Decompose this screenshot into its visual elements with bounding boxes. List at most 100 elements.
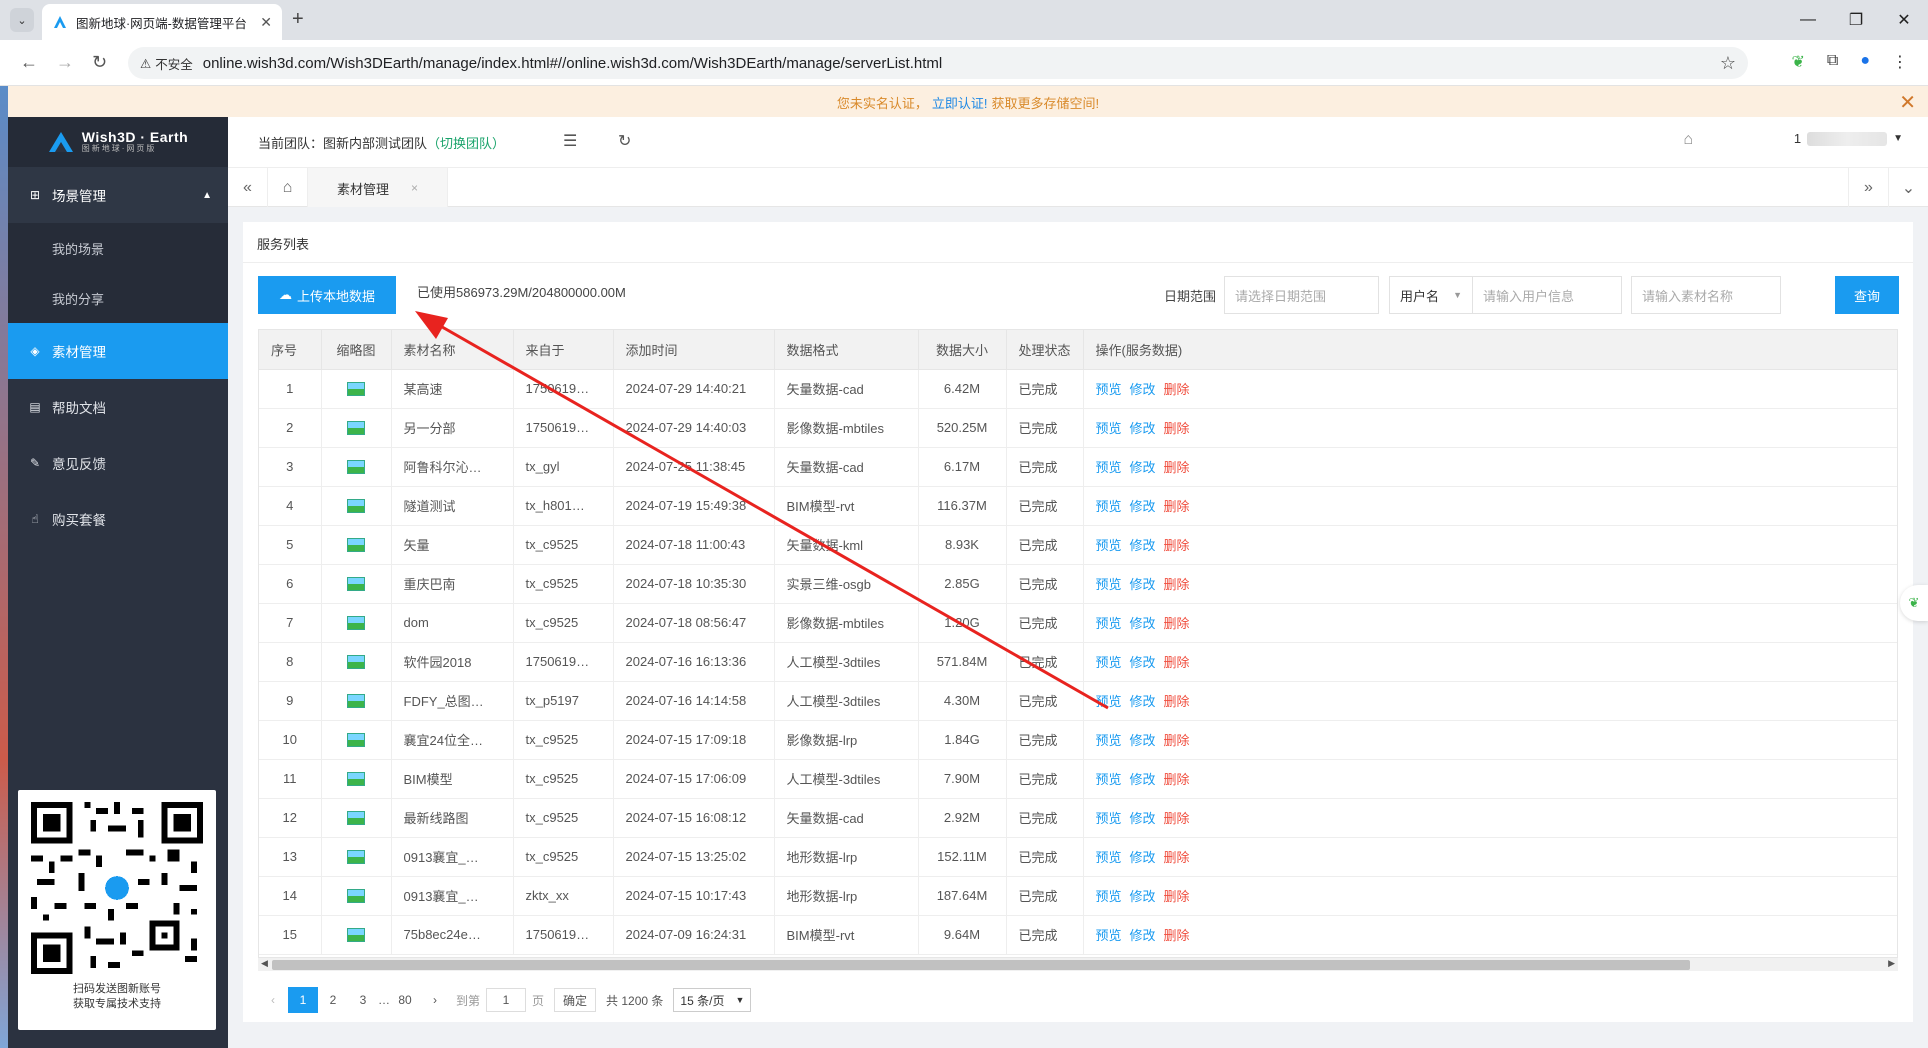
sidebar-item-my-shares[interactable]: 我的分享 (8, 273, 228, 323)
preview-link[interactable]: 预览 (1096, 733, 1122, 748)
edit-link[interactable]: 修改 (1130, 889, 1156, 904)
preview-link[interactable]: 预览 (1096, 382, 1122, 397)
forward-icon[interactable]: → (56, 52, 74, 73)
restore-icon[interactable]: ❐ (1832, 0, 1880, 40)
page-2[interactable]: 2 (318, 987, 348, 1013)
image-thumbnail-icon[interactable] (347, 421, 365, 436)
scroll-tabs-left-icon[interactable]: « (228, 168, 268, 208)
preview-link[interactable]: 预览 (1096, 655, 1122, 670)
delete-link[interactable]: 删除 (1164, 460, 1190, 475)
delete-link[interactable]: 删除 (1164, 850, 1190, 865)
upload-local-data-button[interactable]: ☁ 上传本地数据 (258, 276, 396, 314)
scroll-tabs-right-icon[interactable]: » (1848, 168, 1888, 208)
delete-link[interactable]: 删除 (1164, 733, 1190, 748)
sidebar-item-purchase[interactable]: ☝ 购买套餐 (8, 491, 228, 547)
tabs-dropdown-icon[interactable]: ⌄ (1888, 168, 1928, 208)
url-text[interactable]: online.wish3d.com/Wish3DEarth/manage/ind… (203, 55, 1710, 72)
image-thumbnail-icon[interactable] (347, 733, 365, 748)
delete-link[interactable]: 删除 (1164, 811, 1190, 826)
switch-team-link[interactable]: （切换团队） (427, 136, 505, 151)
preview-link[interactable]: 预览 (1096, 889, 1122, 904)
delete-link[interactable]: 删除 (1164, 694, 1190, 709)
tab-materials[interactable]: 素材管理 × (308, 168, 448, 208)
delete-link[interactable]: 删除 (1164, 655, 1190, 670)
preview-link[interactable]: 预览 (1096, 928, 1122, 943)
image-thumbnail-icon[interactable] (347, 928, 365, 943)
preview-link[interactable]: 预览 (1096, 694, 1122, 709)
preview-link[interactable]: 预览 (1096, 616, 1122, 631)
preview-link[interactable]: 预览 (1096, 577, 1122, 592)
preview-link[interactable]: 预览 (1096, 538, 1122, 553)
edit-link[interactable]: 修改 (1130, 772, 1156, 787)
page-3[interactable]: 3 (348, 987, 378, 1013)
page-last[interactable]: 80 (390, 987, 420, 1013)
delete-link[interactable]: 删除 (1164, 382, 1190, 397)
notice-close-icon[interactable]: ✕ (1899, 90, 1916, 115)
image-thumbnail-icon[interactable] (347, 460, 365, 475)
preview-link[interactable]: 预览 (1096, 421, 1122, 436)
insecure-badge[interactable]: ⚠ 不安全 (140, 54, 193, 73)
edit-link[interactable]: 修改 (1130, 382, 1156, 397)
reload-icon[interactable]: ↻ (92, 52, 107, 73)
new-tab-icon[interactable]: + (292, 8, 304, 31)
page-1[interactable]: 1 (288, 987, 318, 1013)
profile-icon[interactable]: ● (1860, 52, 1870, 72)
sidebar-item-help[interactable]: ▤ 帮助文档 (8, 379, 228, 435)
page-size-select[interactable]: 15 条/页 ▼ (673, 988, 752, 1012)
edit-link[interactable]: 修改 (1130, 538, 1156, 553)
preview-link[interactable]: 预览 (1096, 460, 1122, 475)
query-button[interactable]: 查询 (1835, 276, 1899, 314)
preview-link[interactable]: 预览 (1096, 772, 1122, 787)
home-tab-icon[interactable]: ⌂ (268, 168, 308, 208)
delete-link[interactable]: 删除 (1164, 928, 1190, 943)
browser-menu-icon[interactable]: ⋮ (1892, 52, 1908, 72)
image-thumbnail-icon[interactable] (347, 499, 365, 514)
tab-close-icon[interactable]: ✕ (260, 14, 272, 31)
date-range-input[interactable]: 请选择日期范围 (1224, 276, 1379, 314)
image-thumbnail-icon[interactable] (347, 850, 365, 865)
delete-link[interactable]: 删除 (1164, 499, 1190, 514)
image-thumbnail-icon[interactable] (347, 811, 365, 826)
close-window-icon[interactable]: ✕ (1880, 0, 1928, 40)
scroll-left-icon[interactable]: ◀ (261, 958, 268, 969)
delete-link[interactable]: 删除 (1164, 772, 1190, 787)
edit-link[interactable]: 修改 (1130, 616, 1156, 631)
edit-link[interactable]: 修改 (1130, 421, 1156, 436)
scroll-right-icon[interactable]: ▶ (1888, 958, 1895, 969)
goto-page-input[interactable]: 1 (486, 988, 527, 1012)
image-thumbnail-icon[interactable] (347, 772, 365, 787)
image-thumbnail-icon[interactable] (347, 538, 365, 553)
menu-group-scenes[interactable]: ⊞ 场景管理 ▲ (8, 167, 228, 223)
edit-link[interactable]: 修改 (1130, 928, 1156, 943)
delete-link[interactable]: 删除 (1164, 421, 1190, 436)
edit-link[interactable]: 修改 (1130, 499, 1156, 514)
goto-confirm-button[interactable]: 确定 (554, 988, 597, 1012)
image-thumbnail-icon[interactable] (347, 889, 365, 904)
edit-link[interactable]: 修改 (1130, 460, 1156, 475)
collapse-menu-icon[interactable]: ☰ (563, 131, 577, 151)
image-thumbnail-icon[interactable] (347, 655, 365, 670)
edit-link[interactable]: 修改 (1130, 811, 1156, 826)
sidebar-item-my-scenes[interactable]: 我的场景 (8, 223, 228, 273)
edit-link[interactable]: 修改 (1130, 850, 1156, 865)
edit-link[interactable]: 修改 (1130, 733, 1156, 748)
user-field-select[interactable]: 用户名 ▼ (1389, 276, 1473, 314)
sidebar-item-feedback[interactable]: ✎ 意见反馈 (8, 435, 228, 491)
image-thumbnail-icon[interactable] (347, 616, 365, 631)
scrollbar-thumb[interactable] (272, 960, 1690, 970)
delete-link[interactable]: 删除 (1164, 889, 1190, 904)
image-thumbnail-icon[interactable] (347, 577, 365, 592)
edit-link[interactable]: 修改 (1130, 577, 1156, 592)
refresh-icon[interactable]: ↻ (618, 131, 631, 151)
extension-leaf-icon[interactable]: ❦ (1791, 52, 1804, 72)
user-menu[interactable]: 1 ▼ (1794, 131, 1903, 146)
delete-link[interactable]: 删除 (1164, 616, 1190, 631)
verify-link[interactable]: 立即认证! (932, 93, 988, 112)
preview-link[interactable]: 预览 (1096, 499, 1122, 514)
delete-link[interactable]: 删除 (1164, 538, 1190, 553)
floating-assistant-icon[interactable]: ❦ (1900, 585, 1928, 621)
user-info-input[interactable]: 请输入用户信息 (1472, 276, 1622, 314)
back-icon[interactable]: ← (20, 52, 38, 73)
edit-link[interactable]: 修改 (1130, 655, 1156, 670)
horizontal-scrollbar[interactable]: ◀ ▶ (258, 957, 1898, 971)
